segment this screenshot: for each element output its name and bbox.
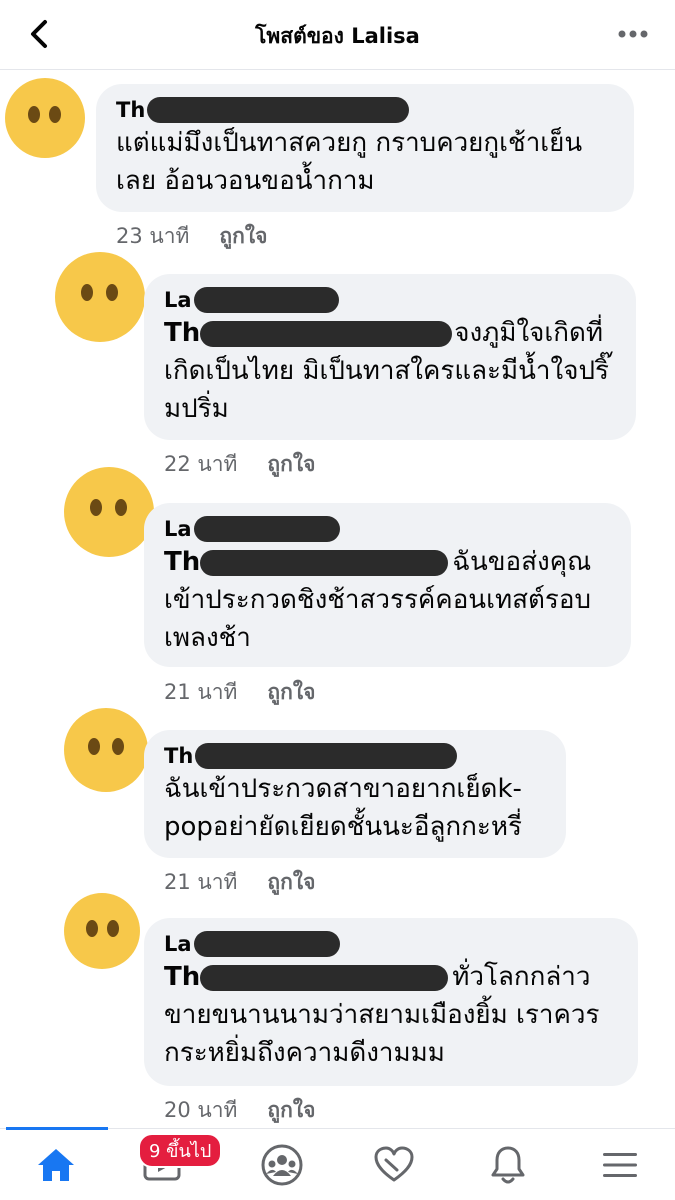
comment-time: 23 นาที: [116, 224, 190, 248]
comment-text: แต่แม่มึงเป็นทาสควยกู กราบควยกูเช้าเย็นเ…: [116, 128, 583, 196]
page-title: โพสต์ของ Lalisa: [255, 24, 420, 48]
tab-groups[interactable]: [252, 1141, 312, 1189]
comment-bubble[interactable]: Th ฉันเข้าประกวดสาขาอยากเย็ดk-popอย่ายัด…: [144, 730, 566, 858]
tab-home[interactable]: [26, 1141, 86, 1189]
comment-author[interactable]: Th: [116, 96, 614, 124]
top-bar: โพสต์ของ Lalisa: [0, 0, 675, 70]
like-button[interactable]: ถูกใจ: [267, 866, 315, 899]
notification-badge: 9 ขึ้นไป: [138, 1133, 223, 1168]
avatar[interactable]: [55, 252, 145, 342]
avatar[interactable]: [64, 708, 148, 792]
comment-time: 20 นาที: [164, 1098, 238, 1122]
comment-time: 22 นาที: [164, 452, 238, 476]
like-button[interactable]: ถูกใจ: [267, 1094, 315, 1127]
avatar[interactable]: [64, 467, 154, 557]
comment-time: 21 นาที: [164, 680, 238, 704]
like-button[interactable]: ถูกใจ: [267, 448, 315, 481]
tab-menu[interactable]: [590, 1141, 650, 1189]
comment-time: 21 นาที: [164, 870, 238, 894]
home-icon: [38, 1149, 74, 1181]
tab-notifications[interactable]: [478, 1141, 538, 1189]
redacted-name: [193, 287, 339, 313]
groups-icon: [261, 1144, 303, 1186]
comment-bubble[interactable]: La Th ฉันขอส่งคุณเข้าประกวดชิงช้าสวรรค์คอ…: [144, 503, 631, 667]
comment-meta: 22 นาที ถูกใจ: [164, 448, 315, 481]
like-button[interactable]: ถูกใจ: [267, 676, 315, 709]
comment-author[interactable]: La: [164, 286, 616, 314]
redacted-name: [195, 743, 458, 769]
comment-meta: 23 นาที ถูกใจ: [116, 220, 267, 253]
like-button[interactable]: ถูกใจ: [219, 220, 267, 253]
redacted-name: [193, 516, 340, 542]
more-options-button[interactable]: [613, 18, 653, 50]
bell-icon: [491, 1146, 525, 1184]
comment-bubble[interactable]: Th แต่แม่มึงเป็นทาสควยกู กราบควยกูเช้าเย…: [96, 84, 634, 212]
active-tab-indicator: [6, 1127, 108, 1130]
comment-author[interactable]: La: [164, 515, 611, 543]
more-dots-icon: [618, 30, 648, 38]
comment-meta: 21 นาที ถูกใจ: [164, 676, 315, 709]
redacted-tag: [200, 320, 453, 347]
comment-author[interactable]: La: [164, 930, 618, 958]
comment-meta: 21 นาที ถูกใจ: [164, 866, 315, 899]
comment-bubble[interactable]: La Th ทั่วโลกกล่าวขายขนานนามว่าสยามเมืองย…: [144, 918, 638, 1086]
comment-text: Th ฉันขอส่งคุณเข้าประกวดชิงช้าสวรรค์คอนเท…: [164, 547, 592, 653]
avatar[interactable]: [5, 78, 85, 158]
bottom-tab-bar: 9 ขึ้นไป: [0, 1127, 675, 1200]
redacted-name: [147, 97, 410, 123]
comment-text: ฉันเข้าประกวดสาขาอยากเย็ดk-popอย่ายัดเยี…: [164, 774, 522, 842]
comment-author[interactable]: Th: [164, 742, 546, 770]
tab-dating[interactable]: [364, 1141, 424, 1189]
comment-text: Th จงภูมิใจเกิดที่เกิดเป็นไทย มิเป็นทาสใค…: [164, 318, 609, 424]
comment-meta: 20 นาที ถูกใจ: [164, 1094, 315, 1127]
redacted-name: [193, 931, 340, 957]
redacted-tag: [200, 964, 449, 991]
avatar[interactable]: [64, 893, 140, 969]
dating-heart-icon: [374, 1146, 414, 1182]
menu-icon: [603, 1153, 637, 1177]
comment-text: Th ทั่วโลกกล่าวขายขนานนามว่าสยามเมืองยิ้ม…: [164, 962, 600, 1068]
redacted-tag: [200, 549, 449, 576]
comment-bubble[interactable]: La Th จงภูมิใจเกิดที่เกิดเป็นไทย มิเป็นทา…: [144, 274, 636, 440]
